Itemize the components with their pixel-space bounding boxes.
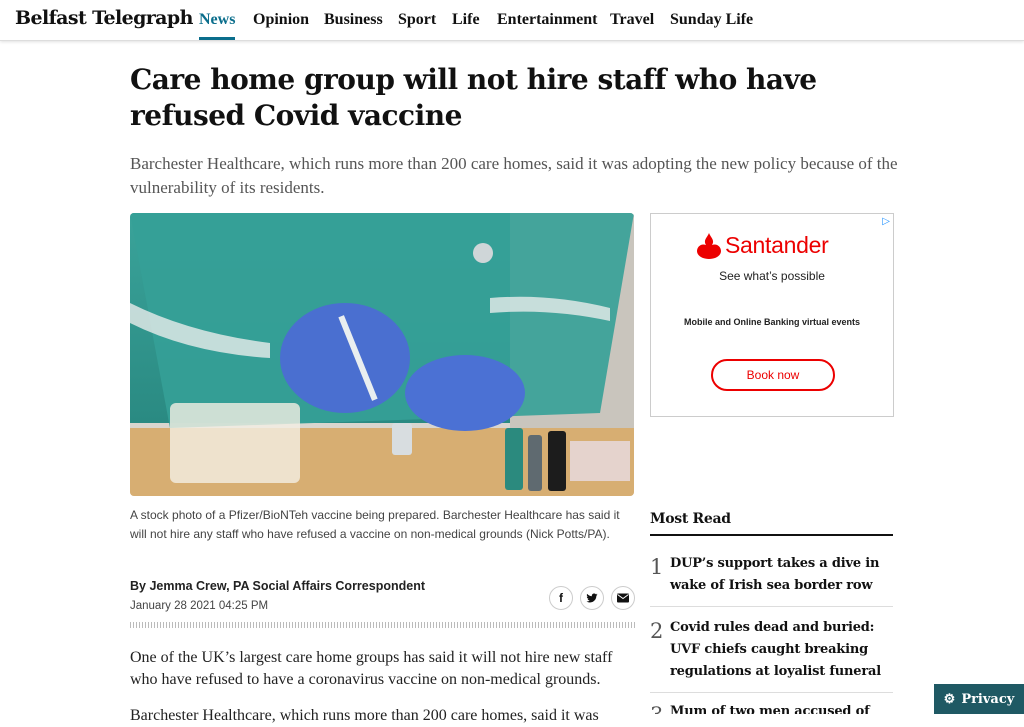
facebook-icon: f — [559, 591, 563, 605]
most-read-item[interactable]: 2 Covid rules dead and buried: UVF chief… — [650, 617, 893, 693]
nav-item-opinion[interactable]: Opinion — [253, 11, 309, 29]
article-date: January 28 2021 04:25 PM — [130, 600, 269, 612]
nav-item-entertainment[interactable]: Entertainment — [497, 11, 597, 29]
top-navigation: Belfast Telegraph News Opinion Business … — [0, 0, 1024, 41]
active-tab-indicator — [199, 37, 235, 40]
article-byline: By Jemma Crew, PA Social Affairs Corresp… — [130, 579, 425, 593]
email-share-button[interactable] — [611, 586, 635, 610]
adchoices-icon[interactable]: ▷ — [882, 216, 890, 227]
ad-brand: Santander — [725, 232, 829, 258]
twitter-share-button[interactable] — [580, 586, 604, 610]
most-read-title[interactable]: Covid rules dead and buried: UVF chiefs … — [670, 617, 893, 683]
most-read-title[interactable]: Mum of two men accused of taking — [670, 701, 893, 714]
divider — [130, 622, 635, 628]
most-read-number: 2 — [650, 619, 664, 643]
most-read-number: 3 — [650, 703, 663, 714]
vaccine-preparation-image — [130, 213, 634, 496]
ad-events-text: Mobile and Online Banking virtual events — [683, 317, 861, 327]
nav-item-life[interactable]: Life — [452, 11, 480, 29]
flame-icon — [697, 232, 721, 259]
article-paragraph: Barchester Healthcare, which runs more t… — [130, 707, 599, 724]
gear-icon: ⚙ — [943, 691, 956, 707]
ad-tagline: See what’s possible — [719, 269, 825, 283]
privacy-button[interactable]: ⚙ Privacy — [934, 684, 1024, 714]
nav-item-sport[interactable]: Sport — [398, 11, 436, 29]
nav-item-travel[interactable]: Travel — [610, 11, 654, 29]
nav-item-news[interactable]: News — [199, 11, 235, 29]
email-icon — [617, 593, 629, 603]
most-read-item[interactable]: 1 DUP’s support takes a dive in wake of … — [650, 553, 893, 607]
most-read-number: 1 — [650, 555, 664, 579]
article-paragraph: One of the UK’s largest care home groups… — [130, 649, 613, 688]
santander-logo: Santander — [697, 232, 829, 259]
most-read-rule — [650, 534, 893, 536]
advertisement[interactable]: ▷ Santander See what’s possible Mobile a… — [650, 213, 894, 417]
privacy-label: Privacy — [961, 691, 1015, 707]
book-now-button[interactable]: Book now — [711, 359, 835, 391]
twitter-icon — [586, 593, 598, 603]
article-headline: Care home group will not hire staff who … — [130, 63, 817, 132]
nav-item-sunday-life[interactable]: Sunday Life — [670, 11, 753, 29]
article-standfirst: Barchester Healthcare, which runs more t… — [130, 154, 898, 197]
most-read-title[interactable]: DUP’s support takes a dive in wake of Ir… — [670, 553, 893, 597]
most-read-heading: Most Read — [650, 511, 731, 527]
facebook-share-button[interactable]: f — [549, 586, 573, 610]
site-logo[interactable]: Belfast Telegraph — [15, 7, 193, 29]
article-photo[interactable] — [130, 213, 634, 496]
most-read-item[interactable]: 3 Mum of two men accused of taking — [650, 701, 893, 714]
photo-caption: A stock photo of a Pfizer/BioNTeh vaccin… — [130, 508, 620, 541]
nav-item-business[interactable]: Business — [324, 11, 383, 29]
